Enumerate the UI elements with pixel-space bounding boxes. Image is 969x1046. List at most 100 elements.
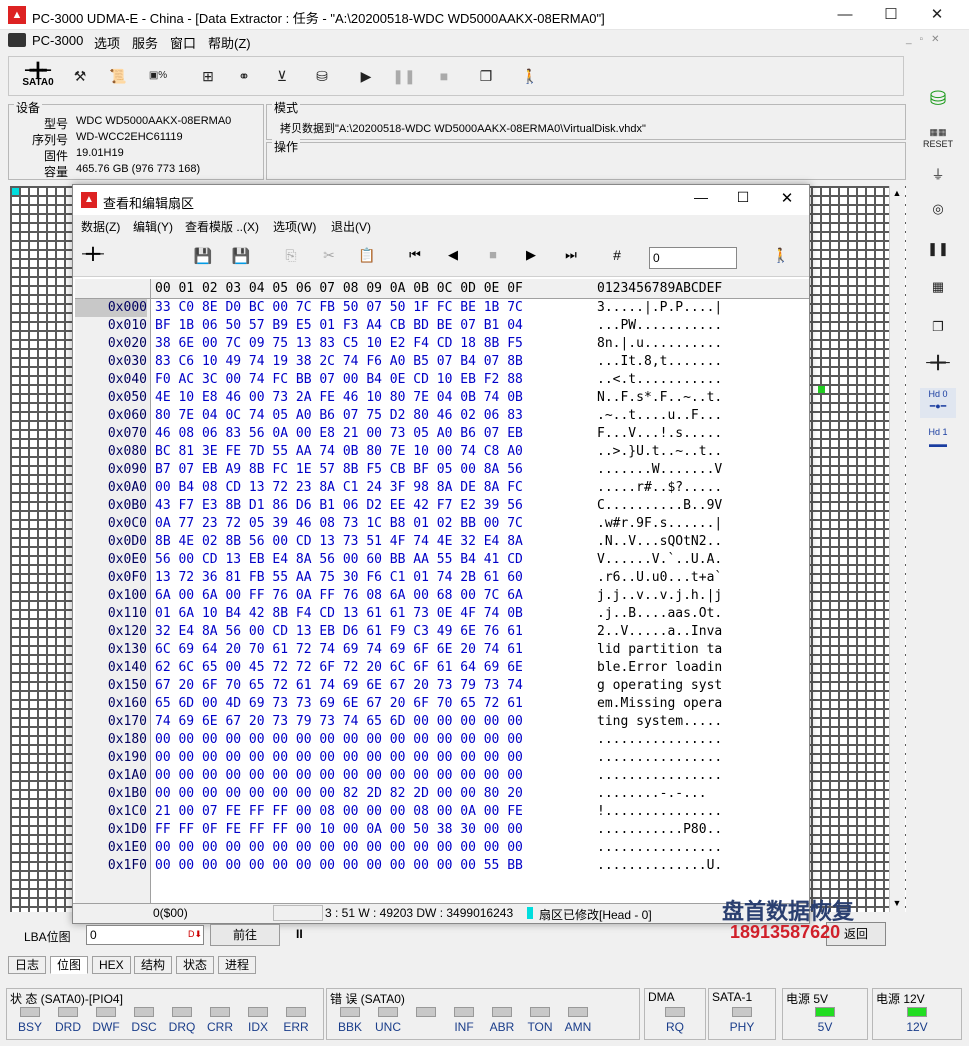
disk-green-icon[interactable]: ⛁: [920, 84, 956, 114]
row-hex-bytes[interactable]: 65 6D 00 4D 69 73 73 69 6E 67 20 6F 70 6…: [155, 695, 523, 713]
windows-icon[interactable]: ❐: [472, 62, 500, 90]
row-hex-bytes[interactable]: 4E 10 E8 46 00 73 2A FE 46 10 80 7E 04 0…: [155, 389, 523, 407]
mdi-controls[interactable]: _▫✕: [906, 34, 966, 48]
stop-icon[interactable]: ■: [430, 62, 458, 90]
percent-icon[interactable]: ▣%: [144, 62, 172, 90]
minimize-button[interactable]: —: [822, 0, 868, 30]
menu-pc3000[interactable]: PC-3000: [32, 33, 83, 48]
row-ascii[interactable]: ..............U.: [597, 857, 722, 875]
next-sector-icon[interactable]: ▶: [519, 247, 543, 269]
hd0-button[interactable]: Hd 0 ━●━: [920, 388, 956, 418]
goto-button[interactable]: 前往: [210, 924, 280, 946]
row-hex-bytes[interactable]: 8B 4E 02 8B 56 00 CD 13 73 51 4F 74 4E 3…: [155, 533, 523, 551]
power-icon[interactable]: ⏚: [920, 160, 956, 190]
row-hex-bytes[interactable]: BF 1B 06 50 57 B9 E5 01 F3 A4 CB BD BE 0…: [155, 317, 523, 335]
row-ascii[interactable]: .w#r.9F.s......|: [597, 515, 722, 533]
row-ascii[interactable]: ting system.....: [597, 713, 722, 731]
row-ascii[interactable]: ................: [597, 731, 722, 749]
paste-icon[interactable]: 📋: [355, 247, 379, 269]
row-ascii[interactable]: 2..V.....a..Inva: [597, 623, 722, 641]
row-hex-bytes[interactable]: 00 00 00 00 00 00 00 00 00 00 00 00 00 0…: [155, 839, 523, 857]
row-ascii[interactable]: ...PW...........: [597, 317, 722, 335]
row-ascii[interactable]: 3.....|.P.P....|: [597, 299, 722, 317]
dialog-menu-template[interactable]: 查看模版 ..(X): [185, 218, 259, 235]
row-ascii[interactable]: N..F.s*.F..~..t.: [597, 389, 722, 407]
row-hex-bytes[interactable]: 38 6E 00 7C 09 75 13 83 C5 10 E2 F4 CD 1…: [155, 335, 523, 353]
row-ascii[interactable]: ...It.8,t.......: [597, 353, 722, 371]
row-ascii[interactable]: 8n.|.u..........: [597, 335, 722, 353]
row-hex-bytes[interactable]: 01 6A 10 B4 42 8B F4 CD 13 61 61 73 0E 4…: [155, 605, 523, 623]
spindle-icon[interactable]: ◎: [920, 194, 956, 224]
lba-dropdown-icon[interactable]: D⬇: [188, 929, 202, 940]
dialog-maximize-button[interactable]: ☐: [733, 189, 753, 206]
sector-number-input[interactable]: [649, 247, 737, 269]
row-ascii[interactable]: .....r#..$?.....: [597, 479, 722, 497]
row-hex-bytes[interactable]: 74 69 6E 67 20 73 79 73 74 65 6D 00 00 0…: [155, 713, 523, 731]
row-hex-bytes[interactable]: 0A 77 23 72 05 39 46 08 73 1C B8 01 02 B…: [155, 515, 523, 533]
row-hex-bytes[interactable]: 00 00 00 00 00 00 00 00 00 00 00 00 00 0…: [155, 767, 523, 785]
row-hex-bytes[interactable]: 43 F7 E3 8B D1 86 D6 B1 06 D2 EE 42 F7 E…: [155, 497, 523, 515]
row-ascii[interactable]: lid partition ta: [597, 641, 722, 659]
row-hex-bytes[interactable]: 67 20 6F 70 65 72 61 74 69 6E 67 20 73 7…: [155, 677, 523, 695]
row-ascii[interactable]: V......V.`..U.A.: [597, 551, 722, 569]
row-ascii[interactable]: F...V...!.s.....: [597, 425, 722, 443]
row-hex-bytes[interactable]: 83 C6 10 49 74 19 38 2C 74 F6 A0 B5 07 B…: [155, 353, 523, 371]
row-ascii[interactable]: ...........P80..: [597, 821, 722, 839]
dialog-menu-data[interactable]: 数据(Z): [81, 218, 120, 235]
row-hex-bytes[interactable]: 21 00 07 FE FF FF 00 08 00 00 00 08 00 0…: [155, 803, 523, 821]
row-ascii[interactable]: ................: [597, 749, 722, 767]
scroll-down-icon[interactable]: ▼: [889, 898, 905, 914]
row-ascii[interactable]: em.Missing opera: [597, 695, 722, 713]
row-hex-bytes[interactable]: 00 00 00 00 00 00 00 00 00 00 00 00 00 0…: [155, 731, 523, 749]
row-ascii[interactable]: ........-.-...: [597, 785, 722, 803]
cut-icon[interactable]: ✂: [317, 247, 341, 269]
hex-data-area[interactable]: 0x000 33 C0 8E D0 BC 00 7C FB 50 07 50 1F…: [75, 299, 809, 903]
row-hex-bytes[interactable]: 56 00 CD 13 EB E4 8A 56 00 60 BB AA 55 B…: [155, 551, 523, 569]
row-ascii[interactable]: .......W.......V: [597, 461, 722, 479]
row-hex-bytes[interactable]: 6A 00 6A 00 FF 76 0A FF 76 08 6A 00 68 0…: [155, 587, 523, 605]
scroll-icon[interactable]: 📜: [104, 62, 132, 90]
tab-structure[interactable]: 结构: [134, 956, 173, 974]
stop-sector-icon[interactable]: ■: [481, 247, 505, 269]
sata-right-icon[interactable]: ╼╋╾: [920, 348, 956, 378]
pause-right-icon[interactable]: ❚❚: [920, 234, 956, 264]
row-ascii[interactable]: ................: [597, 839, 722, 857]
lba-input[interactable]: [86, 925, 204, 945]
write-sector-icon[interactable]: 💾: [229, 247, 253, 269]
config-icon[interactable]: ▦: [920, 272, 956, 302]
prev-sector-icon[interactable]: ◀: [441, 247, 465, 269]
scroll-up-icon[interactable]: ▲: [889, 188, 905, 204]
dialog-close-button[interactable]: ✕: [777, 189, 797, 207]
read-sector-icon[interactable]: 💾: [191, 247, 215, 269]
row-ascii[interactable]: ..>.}U.t..~..t..: [597, 443, 722, 461]
row-hex-bytes[interactable]: B7 07 EB A9 8B FC 1E 57 8B F5 CB BF 05 0…: [155, 461, 523, 479]
row-hex-bytes[interactable]: 00 B4 08 CD 13 72 23 8A C1 24 3F 98 8A D…: [155, 479, 523, 497]
row-ascii[interactable]: .~..t....u..F...: [597, 407, 722, 425]
lba-pause-button[interactable]: II: [296, 927, 303, 941]
exit-icon[interactable]: 🚶: [516, 62, 544, 90]
menu-help[interactable]: 帮助(Z): [208, 33, 251, 52]
row-hex-bytes[interactable]: 32 E4 8A 56 00 CD 13 EB D6 61 F9 C3 49 6…: [155, 623, 523, 641]
row-hex-bytes[interactable]: 13 72 36 81 FB 55 AA 75 30 F6 C1 01 74 2…: [155, 569, 523, 587]
row-hex-bytes[interactable]: FF FF 0F FE FF FF 00 10 00 0A 00 50 38 3…: [155, 821, 523, 839]
row-ascii[interactable]: .r6..U.u0...t+a`: [597, 569, 722, 587]
menu-options[interactable]: 选项: [94, 33, 120, 52]
row-ascii[interactable]: j.j..v..v.j.h.|j: [597, 587, 722, 605]
copy-icon[interactable]: ⎘: [279, 247, 303, 269]
row-hex-bytes[interactable]: 6C 69 64 20 70 61 72 74 69 74 69 6F 6E 2…: [155, 641, 523, 659]
row-hex-bytes[interactable]: 00 00 00 00 00 00 00 00 00 00 00 00 00 0…: [155, 857, 523, 875]
tree-icon[interactable]: ⊞: [194, 62, 222, 90]
tab-log[interactable]: 日志: [8, 956, 47, 974]
row-hex-bytes[interactable]: 00 00 00 00 00 00 00 00 82 2D 82 2D 00 0…: [155, 785, 523, 803]
row-ascii[interactable]: .j..B....aas.Ot.: [597, 605, 722, 623]
row-ascii[interactable]: ble.Error loadin: [597, 659, 722, 677]
first-sector-icon[interactable]: ⏮: [403, 247, 427, 269]
tab-bitmap[interactable]: 位图: [50, 956, 89, 974]
dialog-sata-icon[interactable]: ╼╋╾: [79, 247, 107, 269]
row-hex-bytes[interactable]: 46 08 06 83 56 0A 00 E8 21 00 73 05 A0 B…: [155, 425, 523, 443]
row-ascii[interactable]: .N..V...sQOtN2..: [597, 533, 722, 551]
row-hex-bytes[interactable]: F0 AC 3C 00 74 FC BB 07 00 B4 0E CD 10 E…: [155, 371, 523, 389]
row-hex-bytes[interactable]: 80 7E 04 0C 74 05 A0 B6 07 75 D2 80 46 0…: [155, 407, 523, 425]
row-hex-bytes[interactable]: BC 81 3E FE 7D 55 AA 74 0B 80 7E 10 00 7…: [155, 443, 523, 461]
disk-icon[interactable]: ⛁: [308, 62, 336, 90]
